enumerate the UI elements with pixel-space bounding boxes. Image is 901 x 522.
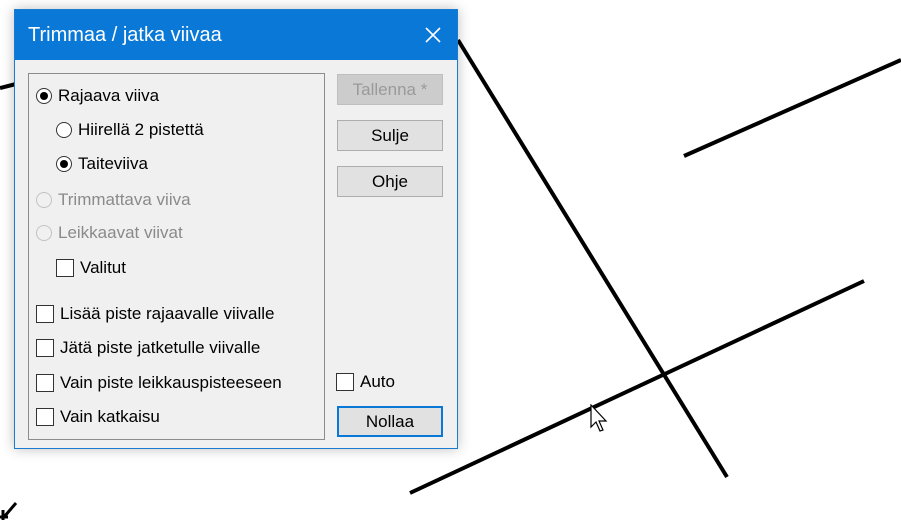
- checkbox-label: Jätä piste jatketulle viivalle: [60, 338, 261, 357]
- radio-trimmattava-viiva: Trimmattava viiva: [36, 190, 191, 210]
- radio-hiirella-2-pistetta[interactable]: Hiirellä 2 pistettä: [56, 120, 204, 140]
- checkbox-box: [36, 408, 54, 426]
- checkbox-label: Lisää piste rajaavalle viivalle: [60, 304, 275, 323]
- checkbox-box: [36, 305, 54, 323]
- checkbox-box: [36, 339, 54, 357]
- radio-circle: [56, 156, 72, 172]
- arrow-icon: [0, 502, 18, 520]
- dialog-title: Trimmaa / jatka viivaa: [28, 24, 222, 46]
- radio-label: Trimmattava viiva: [58, 190, 191, 209]
- checkbox-box: [36, 374, 54, 392]
- radio-rajaava-viiva[interactable]: Rajaava viiva: [36, 86, 159, 106]
- checkbox-label: Vain katkaisu: [60, 407, 160, 426]
- mouse-pointer-icon: [590, 404, 608, 432]
- checkbox-label: Valitut: [80, 258, 126, 277]
- canvas-line[interactable]: [409, 279, 865, 495]
- checkbox-label: Auto: [360, 372, 395, 391]
- checkbox-label: Vain piste leikkauspisteeseen: [60, 373, 282, 392]
- nollaa-button[interactable]: Nollaa: [337, 406, 443, 437]
- radio-circle: [36, 192, 52, 208]
- checkbox-auto[interactable]: Auto: [336, 372, 395, 392]
- radio-circle: [36, 88, 52, 104]
- close-icon: [425, 27, 441, 43]
- checkbox-vain-piste[interactable]: Vain piste leikkauspisteeseen: [36, 373, 282, 393]
- checkbox-lisaa-piste[interactable]: Lisää piste rajaavalle viivalle: [36, 304, 275, 324]
- checkbox-box: [56, 259, 74, 277]
- checkbox-vain-katkaisu[interactable]: Vain katkaisu: [36, 407, 160, 427]
- checkbox-jata-piste[interactable]: Jätä piste jatketulle viivalle: [36, 338, 260, 358]
- checkbox-box: [336, 373, 354, 391]
- radio-circle: [56, 122, 72, 138]
- radio-label: Rajaava viiva: [58, 86, 160, 105]
- ohje-button[interactable]: Ohje: [337, 166, 443, 197]
- checkbox-valitut[interactable]: Valitut: [56, 258, 126, 278]
- options-group: Rajaava viiva Hiirellä 2 pistettä Taitev…: [28, 73, 325, 440]
- radio-label: Taiteviiva: [78, 154, 148, 173]
- radio-taiteviiva[interactable]: Taiteviiva: [56, 154, 148, 174]
- tallenna-button: Tallenna *: [337, 74, 443, 105]
- radio-label: Leikkaavat viivat: [58, 223, 183, 242]
- radio-circle: [36, 225, 52, 241]
- trim-extend-dialog: Trimmaa / jatka viivaa Rajaava viiva Hii…: [14, 9, 458, 449]
- dialog-titlebar[interactable]: Trimmaa / jatka viivaa: [15, 10, 457, 60]
- radio-label: Hiirellä 2 pistettä: [78, 120, 204, 139]
- sulje-button[interactable]: Sulje: [337, 120, 443, 151]
- canvas-line[interactable]: [683, 58, 901, 158]
- radio-leikkaavat-viivat: Leikkaavat viivat: [36, 223, 183, 243]
- close-button[interactable]: [409, 10, 457, 60]
